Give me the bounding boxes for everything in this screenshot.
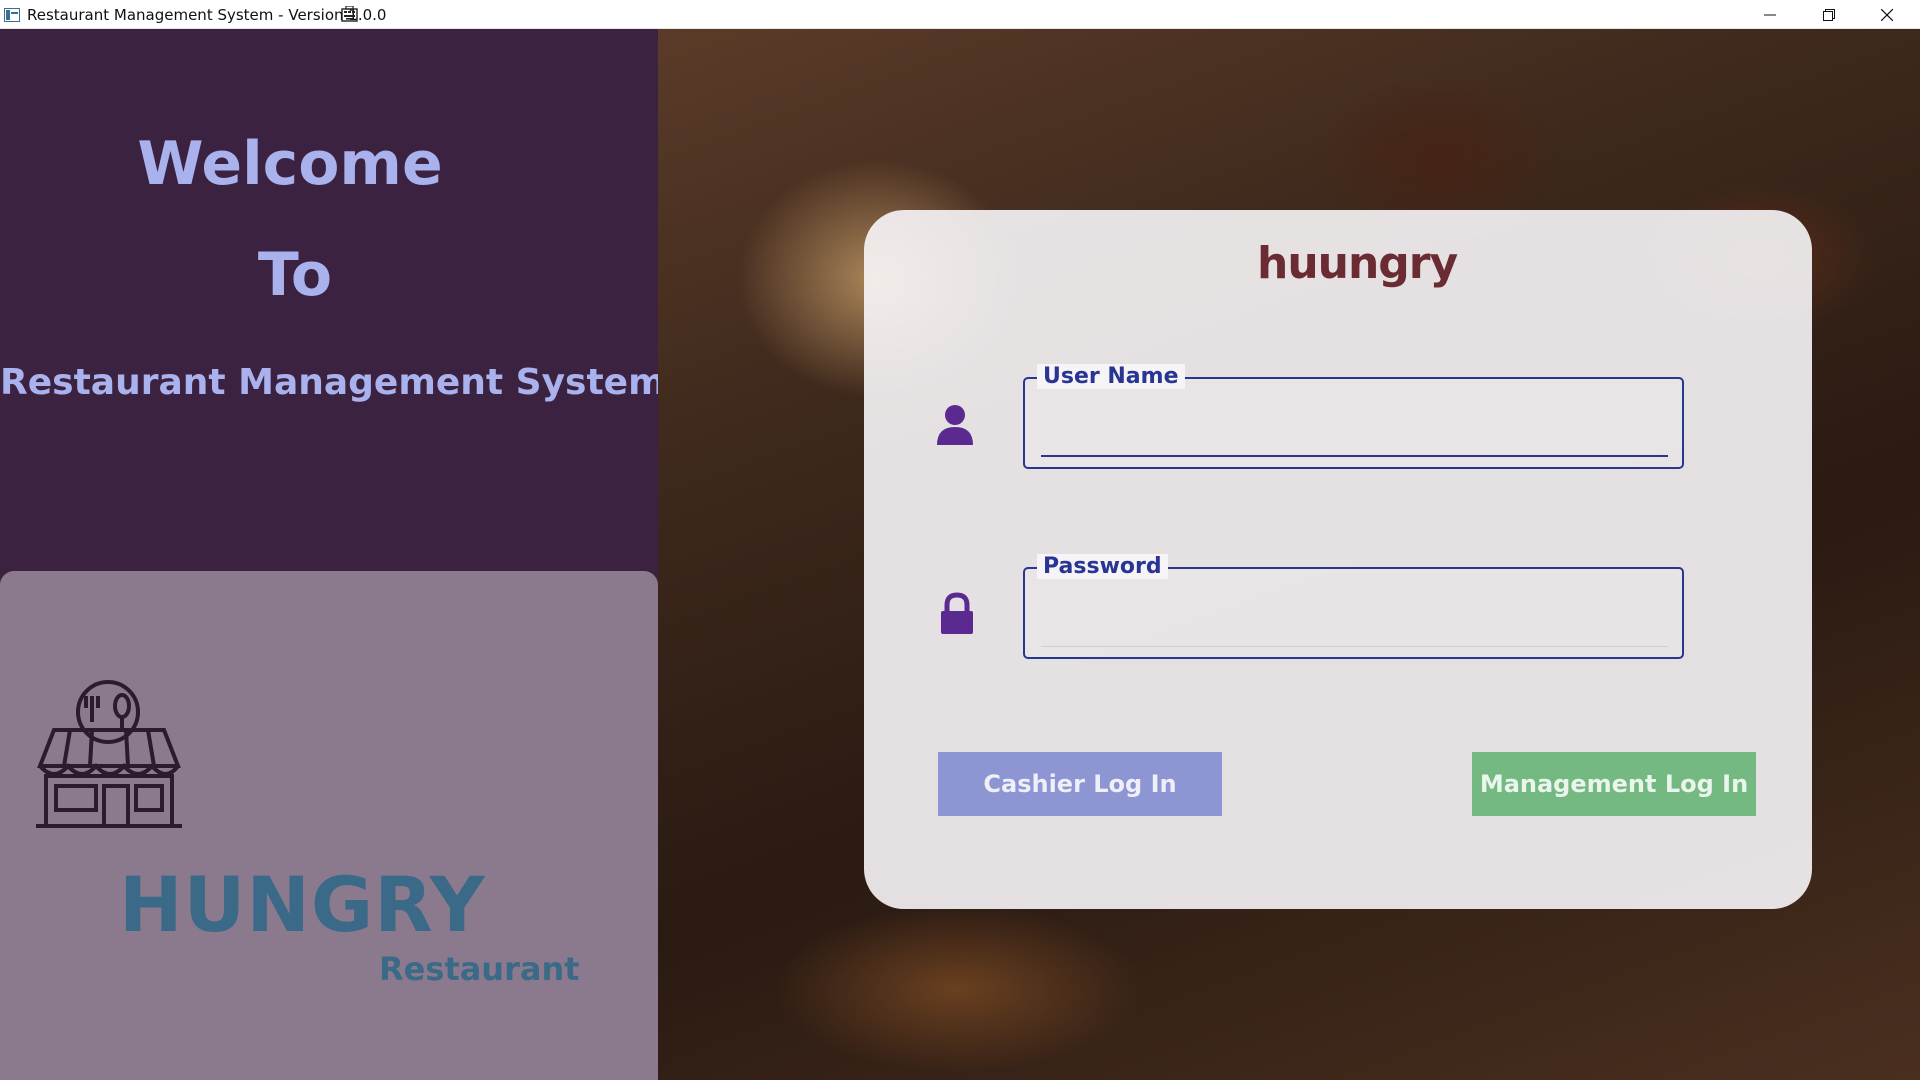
- close-button[interactable]: [1858, 0, 1916, 29]
- username-label: User Name: [1037, 364, 1185, 389]
- password-underline: [1041, 646, 1668, 647]
- huungry-logo: huungry: [1257, 238, 1458, 289]
- username-underline: [1041, 455, 1668, 457]
- close-icon: [1881, 8, 1893, 21]
- restore-button[interactable]: [1800, 0, 1858, 29]
- username-field[interactable]: User Name: [1023, 364, 1684, 469]
- minimize-icon: [1764, 14, 1776, 15]
- management-login-button[interactable]: Management Log In: [1472, 752, 1756, 816]
- password-input[interactable]: [1041, 599, 1668, 643]
- user-icon: [937, 405, 973, 445]
- window-title: Restaurant Management System - Version 1…: [27, 6, 387, 24]
- system-name-heading: Restaurant Management System: [0, 362, 666, 403]
- password-label: Password: [1037, 554, 1168, 579]
- cashier-login-button[interactable]: Cashier Log In: [938, 752, 1222, 816]
- welcome-to-heading: To: [257, 240, 333, 310]
- username-input[interactable]: [1041, 409, 1668, 453]
- minimize-button[interactable]: [1741, 0, 1799, 29]
- keyboard-icon: [341, 6, 358, 22]
- welcome-heading: Welcome: [137, 129, 443, 199]
- app-icon: [4, 8, 20, 22]
- restore-icon: [1823, 8, 1835, 21]
- restaurant-store-icon: [36, 680, 182, 828]
- title-bar: Restaurant Management System - Version 1…: [0, 0, 1920, 29]
- brand-subtitle: Restaurant: [379, 950, 580, 988]
- brand-name: HUNGRY: [119, 860, 486, 949]
- lock-icon: [941, 592, 973, 634]
- password-field[interactable]: Password: [1023, 554, 1684, 659]
